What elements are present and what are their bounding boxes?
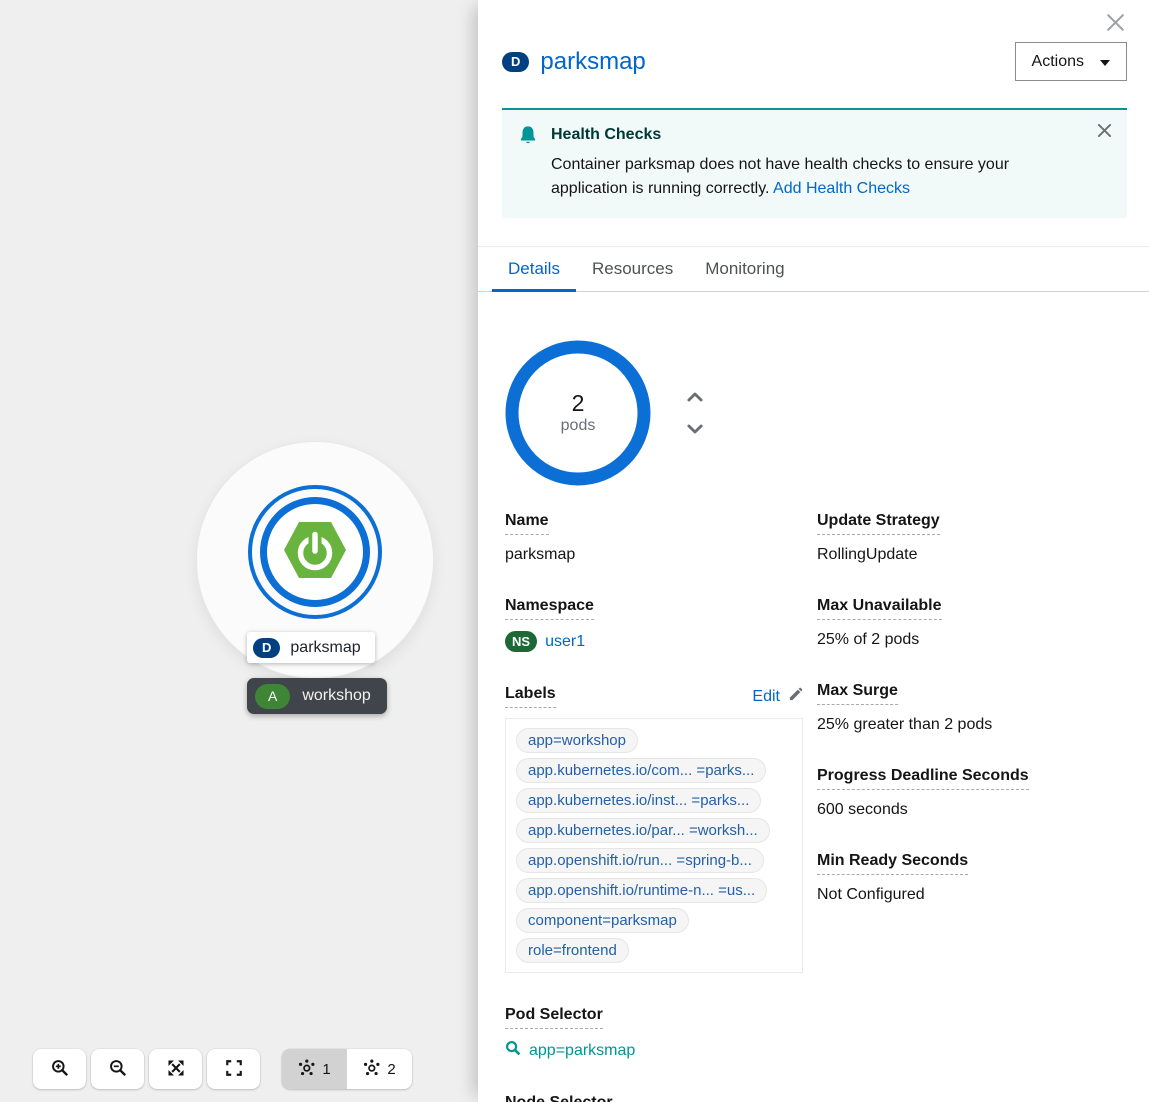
panel-tabs: Details Resources Monitoring [478,247,1149,292]
deployment-badge: D [253,638,280,658]
scale-down-button[interactable] [687,424,703,434]
actions-dropdown-button[interactable]: Actions [1015,42,1127,81]
topology-layout-icon [298,1059,315,1080]
layout-toggle-group: 1 2 [282,1049,412,1089]
application-badge: A [255,684,290,709]
caret-down-icon [1100,53,1110,71]
labels-label: Labels [505,685,556,708]
name-value: parksmap [505,546,817,564]
application-label-text: workshop [302,687,370,705]
detail-namespace: Namespace NS user1 [505,597,817,652]
pods-donut[interactable]: 2 pods [505,340,651,486]
detail-max-surge: Max Surge 25% greater than 2 pods [817,682,1127,734]
spring-boot-icon [283,521,347,584]
topology-layout-icon [363,1059,380,1080]
detail-max-unavailable: Max Unavailable 25% of 2 pods [817,597,1127,649]
label-chip[interactable]: app.kubernetes.io/inst... =parks... [516,788,761,813]
min-ready-label: Min Ready Seconds [817,852,968,875]
close-icon[interactable] [1105,12,1125,32]
edit-labels-button[interactable]: Edit [752,687,803,707]
max-unavailable-value: 25% of 2 pods [817,631,1127,649]
pod-unit-label: pods [561,417,596,435]
node-selector-label: Node Selector [505,1094,613,1102]
name-label: Name [505,512,549,535]
label-chip[interactable]: component=parksmap [516,908,689,933]
deployment-badge: D [502,52,529,72]
detail-update-strategy: Update Strategy RollingUpdate [817,512,1127,564]
detail-progress-deadline: Progress Deadline Seconds 600 seconds [817,767,1127,819]
pencil-icon [788,687,803,707]
alert-close-icon[interactable] [1098,124,1111,140]
detail-pod-selector: Pod Selector app=parksmap [505,1006,817,1061]
fullscreen-icon [225,1059,243,1080]
layout-2-button[interactable]: 2 [347,1049,412,1089]
namespace-link[interactable]: user1 [545,633,585,651]
node-label[interactable]: D parksmap [247,632,375,663]
canvas-controls: 1 2 [33,1049,412,1089]
label-chip[interactable]: app.kubernetes.io/com... =parks... [516,758,766,783]
chevron-up-icon [687,390,703,405]
label-chip[interactable]: app.kubernetes.io/par... =worksh... [516,818,770,843]
panel-header: D parksmap Actions Health Checks Co [478,0,1149,247]
alert-title: Health Checks [551,125,1083,144]
tab-monitoring[interactable]: Monitoring [689,247,800,291]
bell-icon [518,125,538,201]
detail-labels: Labels Edit app=workshop [505,685,817,973]
zoom-in-button[interactable] [33,1049,86,1089]
layout-1-button[interactable]: 1 [282,1049,347,1089]
side-panel: D parksmap Actions Health Checks Co [478,0,1149,1102]
alert-body: Container parksmap does not have health … [551,153,1083,201]
labels-list: app=workshop app.kubernetes.io/com... =p… [505,718,803,973]
update-strategy-value: RollingUpdate [817,546,1127,564]
label-chip[interactable]: role=frontend [516,938,629,963]
max-surge-label: Max Surge [817,682,898,705]
zoom-in-icon [51,1059,69,1080]
max-unavailable-label: Max Unavailable [817,597,942,620]
pod-selector-link[interactable]: app=parksmap [505,1040,635,1061]
topology-canvas[interactable]: D parksmap A workshop [0,0,478,1102]
label-chip[interactable]: app.openshift.io/runtime-n... =us... [516,878,767,903]
expand-arrows-icon [167,1059,185,1080]
update-strategy-label: Update Strategy [817,512,940,535]
fullscreen-button[interactable] [207,1049,260,1089]
add-health-checks-link[interactable]: Add Health Checks [773,180,910,197]
layout-1-label: 1 [322,1061,330,1078]
detail-name: Name parksmap [505,512,817,564]
application-label[interactable]: A workshop [247,678,387,714]
node-label-text: parksmap [290,639,360,657]
page-title[interactable]: parksmap [540,48,645,76]
zoom-out-icon [109,1059,127,1080]
min-ready-value: Not Configured [817,886,1127,904]
max-surge-value: 25% greater than 2 pods [817,716,1127,734]
namespace-label: Namespace [505,597,594,620]
zoom-out-button[interactable] [91,1049,144,1089]
fit-to-screen-button[interactable] [149,1049,202,1089]
details-tab-content: 2 pods [478,292,1149,1102]
tab-details[interactable]: Details [492,247,576,291]
search-icon [505,1040,521,1061]
label-chip[interactable]: app=workshop [516,728,638,753]
deployment-node[interactable] [260,497,370,607]
health-checks-alert: Health Checks Container parksmap does no… [502,108,1127,218]
label-chip[interactable]: app.openshift.io/run... =spring-b... [516,848,764,873]
progress-deadline-label: Progress Deadline Seconds [817,767,1029,790]
actions-label: Actions [1032,53,1084,71]
layout-2-label: 2 [387,1061,395,1078]
detail-min-ready: Min Ready Seconds Not Configured [817,852,1127,904]
detail-node-selector: Node Selector [505,1094,817,1102]
pod-selector-label: Pod Selector [505,1006,603,1029]
namespace-badge: NS [505,631,537,652]
chevron-down-icon [687,422,703,437]
scale-up-button[interactable] [687,392,703,402]
progress-deadline-value: 600 seconds [817,801,1127,819]
tab-resources[interactable]: Resources [576,247,689,291]
pod-count: 2 [572,391,585,415]
